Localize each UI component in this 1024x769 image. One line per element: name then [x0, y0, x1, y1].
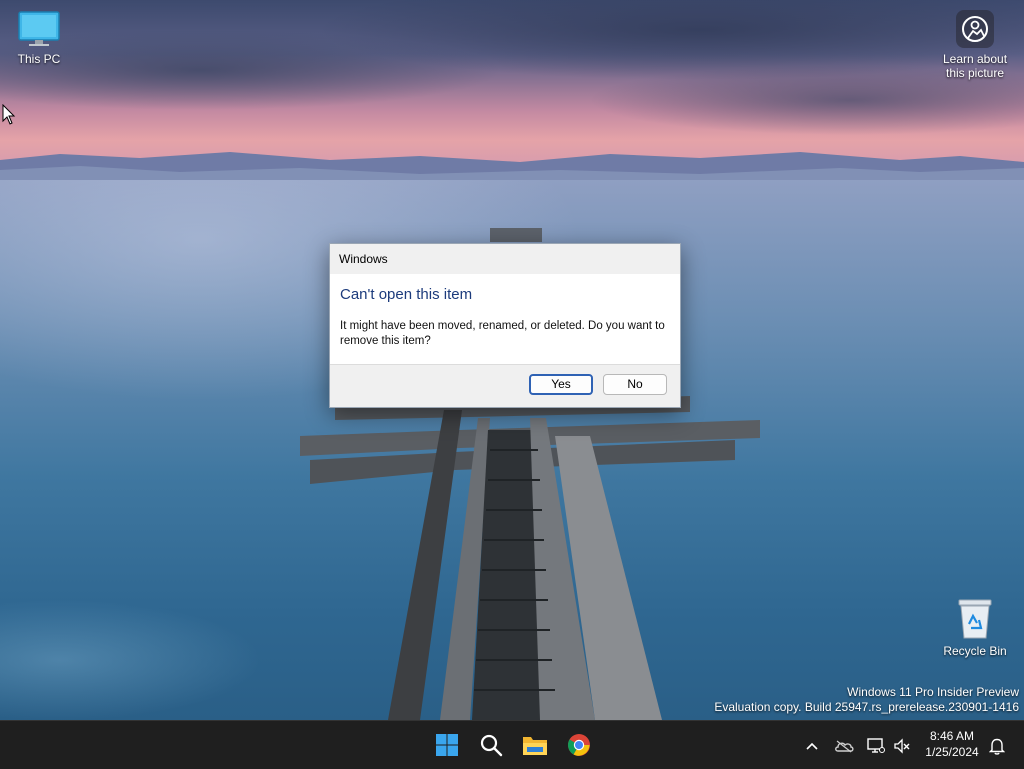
watermark-line-1: Windows 11 Pro Insider Preview: [847, 685, 1019, 699]
desktop-icon-learn-about-picture[interactable]: Learn about this picture: [933, 10, 1017, 80]
volume-muted-icon: [894, 738, 910, 754]
no-button[interactable]: No: [603, 374, 667, 395]
dialog-body: Can't open this item It might have been …: [330, 286, 680, 349]
search-icon: [480, 734, 503, 757]
desktop-icon-label: Recycle Bin: [943, 644, 1007, 658]
file-explorer-icon: [523, 737, 547, 755]
onedrive-icon: [835, 740, 854, 753]
notification-bell-icon: [989, 738, 1005, 755]
monitor-icon: [18, 11, 60, 46]
desktop-icon-label: This PC: [17, 52, 61, 66]
notification-center-button[interactable]: [987, 736, 1007, 756]
clock-time: 8:46 AM: [929, 729, 975, 743]
dialog-title: Windows: [339, 252, 388, 266]
desktop-icon-this-pc[interactable]: This PC: [0, 10, 81, 66]
taskbar: 8:46 AM 1/25/2024: [0, 720, 1024, 769]
start-icon: [436, 734, 458, 756]
file-explorer-button[interactable]: [521, 731, 549, 759]
start-button[interactable]: [433, 731, 461, 759]
search-button[interactable]: [477, 731, 505, 759]
dialog-heading: Can't open this item: [340, 286, 473, 303]
chrome-icon: [568, 734, 590, 756]
error-dialog: Windows Can't open this item It might ha…: [329, 243, 681, 408]
yes-button[interactable]: Yes: [529, 374, 593, 395]
watermark-line-2: Evaluation copy. Build 25947.rs_prerelea…: [714, 700, 1019, 714]
show-hidden-icons-button[interactable]: [802, 736, 822, 756]
clock-date: 1/25/2024: [925, 745, 979, 759]
taskbar-clock[interactable]: 8:46 AM 1/25/2024: [915, 728, 989, 760]
onedrive-tray[interactable]: [834, 736, 854, 756]
desktop-icon-label: this picture: [945, 66, 1005, 80]
chrome-button[interactable]: [565, 731, 593, 759]
dialog-footer: Yes No: [330, 364, 680, 407]
dialog-title-bar[interactable]: Windows: [330, 244, 680, 274]
evaluation-watermark: Windows 11 Pro Insider Preview Evaluatio…: [714, 685, 1019, 715]
network-tray[interactable]: [866, 736, 886, 756]
learn-picture-icon: [956, 10, 994, 48]
desktop-icon-recycle-bin[interactable]: Recycle Bin: [933, 596, 1017, 658]
volume-tray[interactable]: [892, 736, 912, 756]
network-icon: [867, 738, 885, 753]
chevron-up-icon: [806, 742, 818, 750]
recycle-bin-icon: [958, 599, 992, 639]
mouse-cursor-icon: [2, 104, 16, 125]
dialog-message: It might have been moved, renamed, or de…: [340, 320, 665, 347]
desktop-icon-label: Learn about: [942, 52, 1008, 66]
